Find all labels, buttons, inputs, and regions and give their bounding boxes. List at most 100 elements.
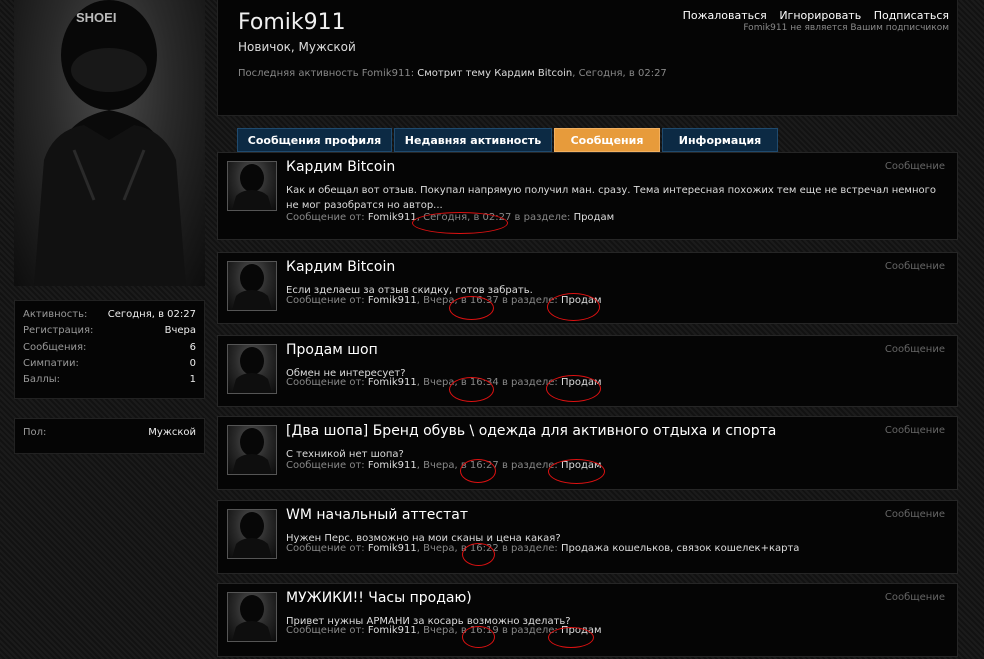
message-meta: Сообщение от: Fomik911, Вчера, в 16:27 в… [286,460,602,471]
author-avatar-icon [232,595,272,641]
report-link[interactable]: Пожаловаться [683,9,767,22]
tab-profile-posts[interactable]: Сообщения профиля [237,128,392,152]
meta-prefix: Сообщение от: [286,212,365,223]
message-meta: Сообщение от: Fomik911, Вчера, в 16:34 в… [286,377,602,388]
profile-tabs: Сообщения профиля Недавняя активность Со… [237,128,780,152]
meta-prefix: Сообщение от: [286,460,365,471]
author-avatar-icon [232,428,272,474]
biker-silhouette-icon: SHOEI [34,0,186,286]
stat-row: Активность: Сегодня, в 02:27 [23,307,196,323]
message-time: , Вчера, в 16:37 [416,295,499,306]
message-snippet: Как и обещал вот отзыв. Покупал напрямую… [286,185,936,211]
author-avatar[interactable] [227,592,277,642]
message-thread-title[interactable]: МУЖИКИ!! Часы продаю) [286,590,472,606]
message-thread-title[interactable]: [Два шопа] Бренд обувь \ одежда для акти… [286,423,776,439]
tab-messages[interactable]: Сообщения [554,128,660,152]
message-thread-title[interactable]: Продам шоп [286,342,378,358]
content-type-label: Сообщение [884,592,945,603]
section-link[interactable]: Продам [561,460,602,471]
stat-value: Вчера [164,325,196,337]
stat-label: Пол: [23,427,47,438]
tab-recent-activity[interactable]: Недавняя активность [394,128,552,152]
author-link[interactable]: Fomik911 [368,295,417,306]
stat-label: Баллы: [23,374,61,386]
stat-label: Активность: [23,309,88,320]
stat-label: Сообщения: [23,341,87,353]
message-item: Кардим Bitcoin Сообщение Как и обещал вот … [217,152,958,240]
stat-value: 0 [189,357,196,369]
profile-header: Fomik911 Новичок, Мужской Последняя акти… [217,0,958,116]
subscription-note: Fomik911 не является Вашим подписчиком [743,23,949,33]
author-avatar-icon [232,164,272,210]
stat-label: Симпатии: [23,357,79,369]
author-link[interactable]: Fomik911 [368,212,417,223]
stat-row: Симпатии: 0 [23,356,196,372]
last-activity: Последняя активность Fomik911: Смотрит т… [238,68,667,79]
meta-prefix: Сообщение от: [286,543,365,554]
author-link[interactable]: Fomik911 [368,377,417,388]
content-type-label: Сообщение [884,261,945,272]
profile-avatar[interactable]: SHOEI [14,0,205,286]
header-actions: Пожаловаться Игнорировать Подписаться [674,9,949,22]
section-link[interactable]: Продам [561,625,602,636]
content-type-label: Сообщение [884,161,945,172]
section-prefix: в разделе: [511,212,571,223]
message-meta: Сообщение от: Fomik911, Вчера, в 16:22 в… [286,543,799,554]
activity-time: , Сегодня, в 02:27 [572,68,667,79]
message-item: WM начальный аттестат Сообщение Нужен Перс… [217,500,958,574]
section-prefix: в разделе: [498,543,558,554]
activity-thread-link[interactable]: Кардим Bitcoin [494,68,572,79]
meta-prefix: Сообщение от: [286,625,365,636]
message-time: , Вчера, в 16:19 [416,625,499,636]
message-time: , Сегодня, в 02:27 [416,212,512,223]
stat-row: Сообщения: 6 [23,340,196,356]
stat-row: Регистрация: Вчера [23,323,196,339]
section-link[interactable]: Продам [561,295,602,306]
stat-row: Пол: Мужской [23,425,196,441]
stat-value: Мужской [148,427,196,438]
author-avatar-icon [232,264,272,310]
message-time: , Вчера, в 16:27 [416,460,499,471]
author-avatar[interactable] [227,161,277,211]
section-prefix: в разделе: [498,295,558,306]
stat-label: Регистрация: [23,325,94,337]
section-link[interactable]: Продам [561,377,602,388]
content-type-label: Сообщение [884,425,945,436]
message-meta: Сообщение от: Fomik911, Вчера, в 16:37 в… [286,295,602,306]
stat-value: 1 [189,374,196,386]
subscribe-link[interactable]: Подписаться [874,9,949,22]
author-avatar[interactable] [227,261,277,311]
section-prefix: в разделе: [498,460,558,471]
message-thread-title[interactable]: WM начальный аттестат [286,507,468,523]
username: Fomik911 [238,10,346,35]
ignore-link[interactable]: Игнорировать [779,9,861,22]
author-avatar[interactable] [227,425,277,475]
author-avatar-icon [232,347,272,393]
stat-value: Сегодня, в 02:27 [107,309,196,320]
message-meta: Сообщение от: Fomik911, Вчера, в 16:19 в… [286,625,602,636]
content-type-label: Сообщение [884,509,945,520]
author-link[interactable]: Fomik911 [368,460,417,471]
message-thread-title[interactable]: Кардим Bitcoin [286,259,395,275]
message-item: Продам шоп Сообщение Обмен не интересует? С… [217,335,958,407]
content-type-label: Сообщение [884,344,945,355]
stat-value: 6 [189,341,196,353]
section-link[interactable]: Продам [574,212,615,223]
author-avatar[interactable] [227,344,277,394]
activity-prefix: Последняя активность Fomik911: [238,68,415,79]
message-thread-title[interactable]: Кардим Bitcoin [286,159,395,175]
section-prefix: в разделе: [498,377,558,388]
section-link[interactable]: Продажа кошельков, связок кошелек+карта [561,543,799,554]
author-avatar[interactable] [227,509,277,559]
tab-information[interactable]: Информация [662,128,778,152]
message-meta: Сообщение от: Fomik911, Сегодня, в 02:27… [286,212,614,223]
message-item: [Два шопа] Бренд обувь \ одежда для акти… [217,416,958,490]
meta-prefix: Сообщение от: [286,377,365,388]
author-link[interactable]: Fomik911 [368,625,417,636]
author-link[interactable]: Fomik911 [368,543,417,554]
author-avatar-icon [232,512,272,558]
message-time: , Вчера, в 16:22 [416,543,499,554]
section-prefix: в разделе: [498,625,558,636]
message-item: Кардим Bitcoin Сообщение Если зделаеш за о… [217,252,958,324]
stat-row: Баллы: 1 [23,372,196,388]
